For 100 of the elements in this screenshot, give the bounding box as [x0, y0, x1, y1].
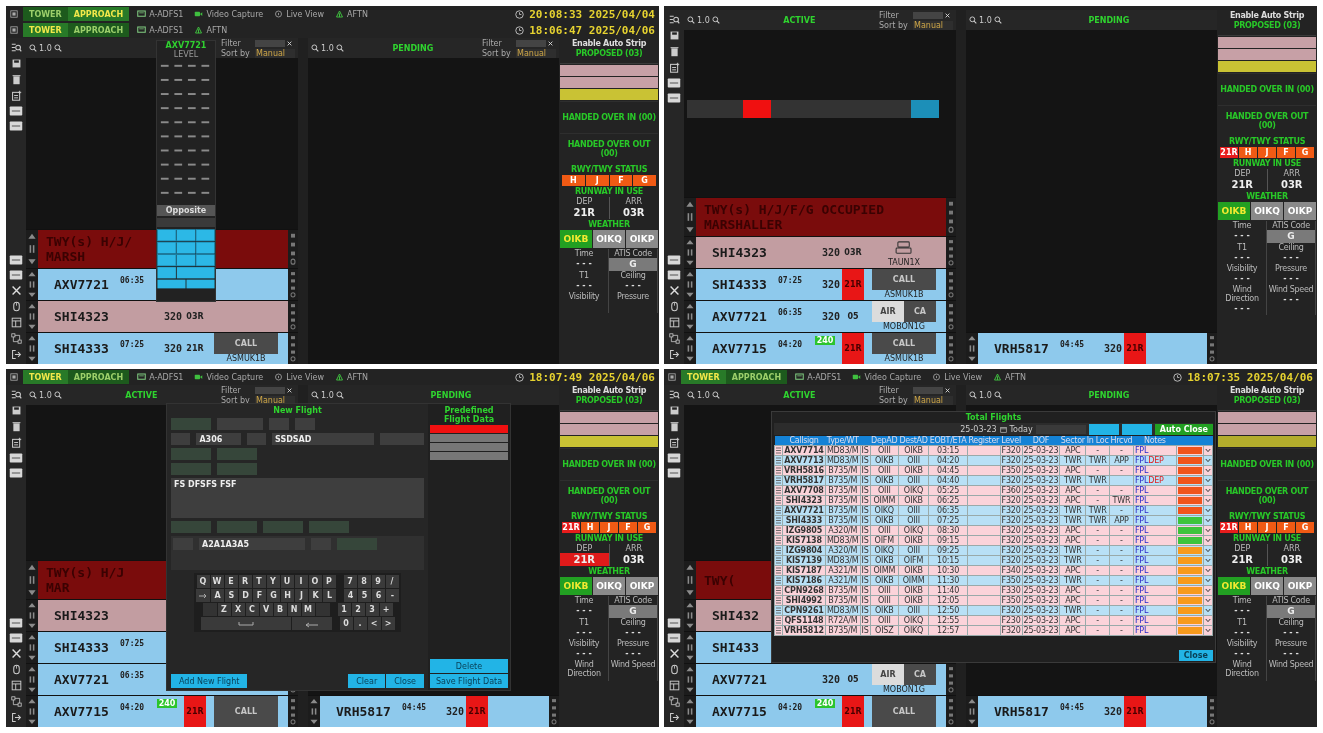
app-menu-icon[interactable] — [10, 10, 18, 18]
table-row[interactable]: KIS7138 MD83/M IS OIFM OIKB 09:15 F320 25-03-23 APC - - FPL — [774, 535, 1213, 546]
network-icon[interactable] — [10, 333, 22, 344]
table-row[interactable]: KIS7186 A321/M IS OIKB OIMM 11:30 F350 25-03-23 TWR - - FPL — [774, 575, 1213, 586]
keyboard-key[interactable]: W — [210, 575, 224, 588]
mouse-icon[interactable] — [668, 664, 680, 675]
save-icon[interactable] — [10, 58, 22, 69]
strip-tools-icon[interactable] — [946, 664, 956, 695]
input-field[interactable] — [171, 448, 211, 460]
filter-field[interactable] — [255, 39, 285, 47]
keyboard-key[interactable]: N — [287, 603, 301, 616]
table-row[interactable]: KIS7139 MD83/M IS OIKB OIFM 10:15 F320 25-03-23 TWR - - FPL — [774, 555, 1213, 566]
logout-icon[interactable] — [10, 712, 22, 723]
strip-handle-icon[interactable] — [26, 600, 38, 631]
drag-handle-icon[interactable] — [776, 537, 781, 544]
search-list-icon[interactable] — [668, 389, 680, 400]
strip-handle-icon[interactable] — [684, 198, 696, 236]
keyboard-key[interactable]: H — [281, 589, 294, 602]
sort-dropdown[interactable]: Manual — [255, 48, 295, 58]
toolbar-button[interactable] — [1088, 423, 1119, 435]
keyboard-key[interactable]: Y — [266, 575, 280, 588]
strip-action-button[interactable]: CALL — [872, 269, 936, 290]
strip-tools-icon[interactable] — [946, 696, 956, 727]
flight-strip[interactable]: SHI4323 320 03R — [38, 301, 288, 332]
input-field[interactable] — [171, 463, 211, 475]
table-row[interactable]: VRH5816 B735/M IS OIII OIKB 04:45 F350 25-03-23 APC - - FPL — [774, 465, 1213, 476]
drag-handle-icon[interactable] — [776, 527, 781, 534]
close-icon[interactable] — [10, 285, 22, 296]
strip-handle-icon[interactable] — [26, 230, 38, 268]
runway-status-button[interactable]: 21R — [562, 522, 580, 533]
mouse-icon[interactable] — [668, 301, 680, 312]
toolbar-link[interactable]: Video Capture — [191, 9, 267, 19]
flight-strip[interactable]: AXV7721 06:35 320 05 AIR CA MOBON1G — [696, 301, 946, 332]
mouse-icon[interactable] — [10, 301, 22, 312]
drag-handle-icon[interactable] — [776, 607, 781, 614]
input-field[interactable] — [309, 521, 349, 533]
table-row[interactable]: VRH5812 B735/M IS OISZ OIKQ 12:57 F320 25-03-23 APC - - FPL — [774, 625, 1213, 636]
flight-strip[interactable]: SHI4323 320 03R TAUN1X — [696, 237, 946, 268]
tab[interactable]: TOWER — [681, 370, 726, 384]
filter-field[interactable] — [913, 11, 943, 19]
strip-handle-icon[interactable] — [26, 301, 38, 332]
strip-tools-icon[interactable] — [288, 696, 298, 727]
network-icon[interactable] — [668, 333, 680, 344]
auto-strip-toggle[interactable]: Enable Auto Strip — [560, 39, 658, 48]
tab[interactable]: APPROACH — [67, 7, 130, 21]
keyboard-key[interactable]: G — [267, 589, 280, 602]
drag-handle-icon[interactable] — [776, 587, 781, 594]
calendar-icon[interactable] — [999, 425, 1007, 433]
keyboard-key[interactable]: K — [309, 589, 322, 602]
keyboard-key[interactable]: - — [386, 589, 399, 602]
dialog-button[interactable]: Delete — [430, 659, 508, 673]
zoom-out-icon[interactable] — [687, 391, 695, 399]
keyboard-key[interactable]: M — [301, 603, 315, 616]
strip-handle-icon[interactable] — [966, 696, 978, 727]
table-row[interactable]: CPN9261 MD83/M IS OIKB OIII 12:50 F320 25-03-23 TWR - - FPL — [774, 605, 1213, 616]
strip-tools-icon[interactable] — [288, 333, 298, 364]
strip-action-button[interactable]: AIR — [872, 301, 904, 322]
strip-handle-icon[interactable] — [966, 333, 978, 364]
strip-action-button[interactable]: CA — [904, 301, 936, 322]
layout-icon[interactable] — [10, 680, 22, 691]
zoom-in-icon[interactable] — [53, 44, 62, 52]
space-key-icon[interactable] — [200, 617, 291, 630]
keyboard-key[interactable]: V — [259, 603, 273, 616]
keyboard-key[interactable]: 5 — [358, 589, 371, 602]
strip-handle-icon[interactable] — [684, 561, 696, 599]
app-menu-icon[interactable] — [10, 373, 18, 381]
keyboard-key[interactable]: J — [295, 589, 308, 602]
tab-key-icon[interactable] — [196, 589, 210, 602]
strip-tools-icon[interactable] — [549, 696, 559, 727]
tab[interactable]: TOWER — [23, 7, 68, 21]
keyboard-key[interactable]: C — [245, 603, 259, 616]
sort-dropdown[interactable]: Manual — [516, 48, 556, 58]
clipboard-icon[interactable] — [10, 437, 22, 448]
keyboard-key[interactable]: X — [231, 603, 245, 616]
strip-handle-icon[interactable] — [308, 696, 320, 727]
strip-handle-icon[interactable] — [26, 696, 38, 727]
flight-strip[interactable]: AXV7715 04:20 240 21R CALL — [696, 696, 946, 727]
trash-icon[interactable] — [668, 421, 680, 432]
input-field[interactable] — [379, 433, 424, 445]
dialog-button[interactable]: Clear — [348, 674, 386, 688]
save-icon[interactable] — [668, 30, 680, 41]
zoom-out-icon[interactable] — [311, 391, 319, 399]
flight-strip[interactable]: AXV7715 04:20 240 21R CALL — [38, 696, 288, 727]
input-field[interactable] — [217, 463, 257, 475]
auto-strip-toggle[interactable]: Enable Auto Strip — [560, 386, 658, 395]
keyboard-key[interactable]: Q — [196, 575, 210, 588]
tab[interactable]: APPROACH — [725, 370, 788, 384]
keyboard-key[interactable]: L — [323, 589, 336, 602]
input-field[interactable] — [217, 521, 257, 533]
keyboard-key[interactable]: < — [367, 617, 381, 630]
keyboard-key[interactable]: O — [308, 575, 322, 588]
drag-handle-icon[interactable] — [776, 507, 781, 514]
drag-handle-icon[interactable] — [776, 597, 781, 604]
input-field[interactable] — [171, 418, 211, 430]
drag-handle-icon[interactable] — [776, 557, 781, 564]
strip-action-button[interactable]: CA — [904, 664, 936, 685]
zoom-out-icon[interactable] — [969, 391, 977, 399]
flight-strip[interactable]: VRH5817 04:45 320 21R — [320, 696, 549, 727]
toolbar-link[interactable]: AFTN — [191, 25, 231, 35]
keyboard-key[interactable]: S — [225, 589, 238, 602]
